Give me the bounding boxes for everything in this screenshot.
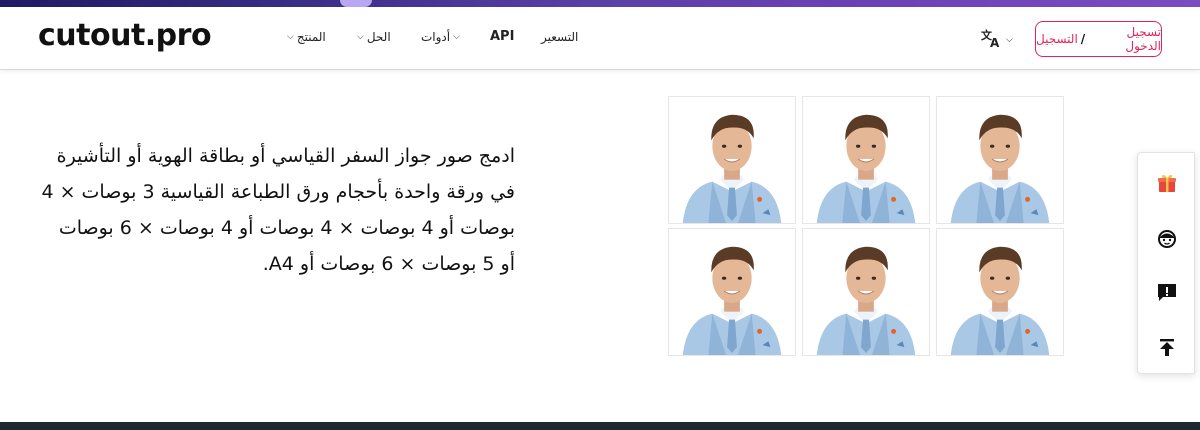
- svg-text:A: A: [990, 36, 1000, 48]
- gift-icon[interactable]: [1155, 171, 1179, 195]
- feature-description: ادمج صور جواز السفر القياسي أو بطاقة اله…: [41, 145, 515, 275]
- passport-photo: [668, 96, 796, 224]
- top-gradient-bar: [0, 0, 1200, 7]
- nav-item-solution[interactable]: ⌵ الحل: [357, 30, 391, 44]
- login-label[interactable]: تسجيل الدخول: [1088, 25, 1161, 53]
- support-agent-icon[interactable]: [1155, 226, 1179, 250]
- site-header: cutout.pro ⌵ المنتج ⌵ الحل أدوات ⌵ API ا…: [0, 7, 1200, 70]
- passport-photo: [802, 96, 930, 224]
- language-selector[interactable]: 文 A ⌵: [980, 28, 1013, 52]
- signup-label[interactable]: التسجيل: [1036, 32, 1078, 46]
- footer-strip: [0, 422, 1200, 430]
- logo[interactable]: cutout.pro: [38, 18, 212, 53]
- nav-label: التسعير: [541, 30, 579, 44]
- passport-photo: [936, 96, 1064, 224]
- floating-sidebar: [1137, 152, 1195, 374]
- passport-photo-grid: [668, 96, 1064, 356]
- passport-photo: [802, 228, 930, 356]
- nav-item-tools[interactable]: أدوات ⌵: [421, 30, 460, 44]
- chevron-down-icon: ⌵: [287, 32, 294, 42]
- chevron-down-icon: ⌵: [1006, 35, 1013, 45]
- login-signup-button[interactable]: تسجيل الدخول / التسجيل: [1035, 21, 1162, 57]
- chevron-down-icon: ⌵: [357, 32, 364, 42]
- feedback-icon[interactable]: [1155, 280, 1179, 304]
- nav-label: API: [490, 29, 515, 44]
- nav-item-pricing[interactable]: التسعير: [541, 30, 578, 44]
- decorative-blob: [340, 0, 372, 7]
- back-to-top-icon[interactable]: [1155, 335, 1179, 359]
- chevron-down-icon: ⌵: [453, 32, 460, 42]
- login-separator: /: [1080, 32, 1086, 46]
- nav-label: المنتج: [296, 30, 326, 44]
- nav-item-product[interactable]: ⌵ المنتج: [287, 30, 326, 44]
- passport-photo: [936, 228, 1064, 356]
- passport-photo: [668, 228, 796, 356]
- nav-label: أدوات: [421, 30, 451, 44]
- nav-item-api[interactable]: API: [490, 29, 514, 44]
- nav-label: الحل: [366, 30, 391, 44]
- translate-icon: 文 A: [980, 28, 1002, 52]
